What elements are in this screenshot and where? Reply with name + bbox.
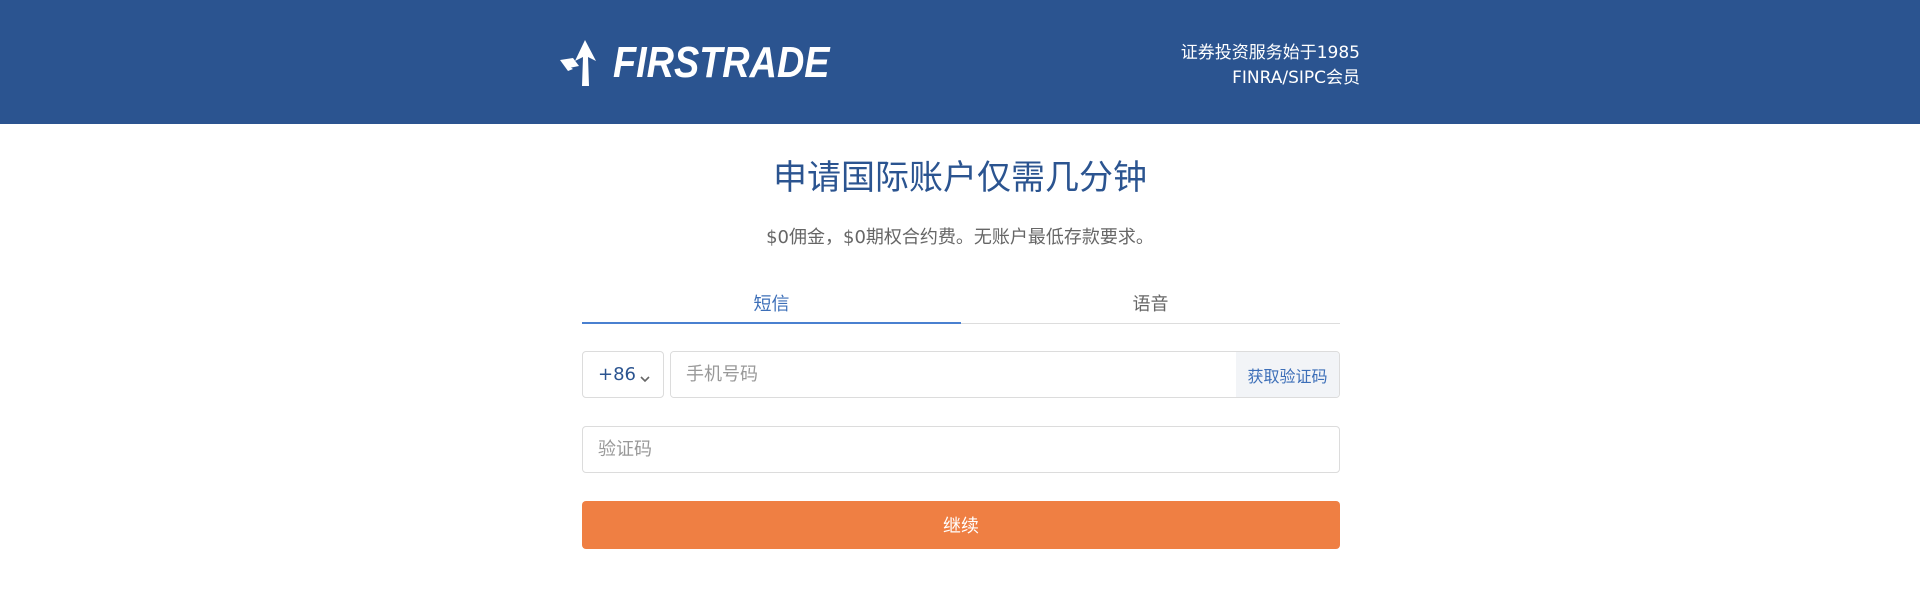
phone-number-input[interactable] — [671, 352, 1236, 397]
chevron-down-icon — [640, 368, 650, 383]
tagline-line-1: 证券投资服务始于1985 — [1180, 43, 1360, 63]
firstrade-arrow-logo-icon — [559, 39, 607, 87]
verification-method-tabs: 短信 语音 — [582, 290, 1340, 324]
page-subtitle: $0佣金，$0期权合约费。无账户最低存款要求。 — [766, 227, 1154, 248]
tab-sms[interactable]: 短信 — [582, 290, 961, 324]
country-code-select[interactable]: +86 — [582, 351, 664, 398]
site-header: FIRSTRADE 证券投资服务始于1985 FINRA/SIPC会员 — [0, 0, 1920, 124]
header-tagline: 证券投资服务始于1985 FINRA/SIPC会员 — [1181, 41, 1360, 91]
verification-code-input[interactable] — [582, 426, 1340, 473]
firstrade-logo[interactable]: FIRSTRADE — [559, 38, 865, 88]
logo-wordmark: FIRSTRADE — [613, 38, 830, 87]
tagline-line-2: FINRA/SIPC会员 — [1232, 68, 1360, 88]
page-title: 申请国际账户仅需几分钟 — [773, 158, 1147, 198]
tab-voice[interactable]: 语音 — [961, 290, 1340, 323]
phone-input-group: 获取验证码 — [670, 351, 1340, 398]
get-code-button[interactable]: 获取验证码 — [1236, 352, 1339, 397]
continue-button[interactable]: 继续 — [582, 501, 1340, 549]
country-code-value: +86 — [598, 364, 636, 385]
